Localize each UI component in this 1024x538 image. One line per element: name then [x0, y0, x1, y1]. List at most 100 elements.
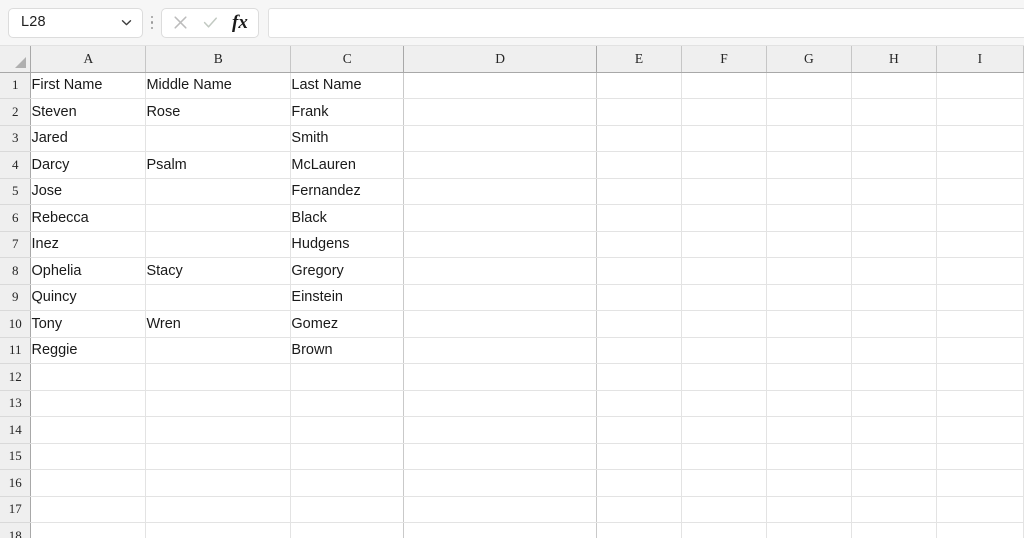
cell-D8[interactable] — [403, 257, 598, 285]
column-header-g[interactable]: G — [766, 46, 853, 73]
cell-D4[interactable] — [403, 151, 598, 179]
column-header-h[interactable]: H — [851, 46, 937, 73]
cell-H16[interactable] — [851, 469, 937, 497]
cell-D7[interactable] — [403, 231, 598, 258]
cell-H12[interactable] — [851, 363, 937, 391]
cell-C15[interactable] — [290, 443, 405, 470]
cell-I4[interactable] — [936, 151, 1024, 179]
cell-F2[interactable] — [681, 98, 768, 126]
cell-H9[interactable] — [851, 284, 937, 311]
cell-B14[interactable] — [145, 416, 292, 444]
cell-B2[interactable]: Rose — [145, 98, 292, 126]
cell-F11[interactable] — [681, 337, 768, 364]
cell-D12[interactable] — [403, 363, 598, 391]
cell-B6[interactable] — [145, 204, 292, 232]
cell-E11[interactable] — [596, 337, 683, 364]
cell-E5[interactable] — [596, 178, 683, 205]
cell-F4[interactable] — [681, 151, 768, 179]
cell-C10[interactable]: Gomez — [290, 310, 405, 338]
cell-I8[interactable] — [936, 257, 1024, 285]
cell-C13[interactable] — [290, 390, 405, 417]
cell-A6[interactable]: Rebecca — [30, 204, 147, 232]
cell-I14[interactable] — [936, 416, 1024, 444]
cell-D11[interactable] — [403, 337, 598, 364]
row-header-2[interactable]: 2 — [0, 98, 32, 126]
cell-D9[interactable] — [403, 284, 598, 311]
cell-C4[interactable]: McLauren — [290, 151, 405, 179]
cell-G6[interactable] — [766, 204, 853, 232]
cell-F14[interactable] — [681, 416, 768, 444]
cell-C11[interactable]: Brown — [290, 337, 405, 364]
cell-F13[interactable] — [681, 390, 768, 417]
cell-G10[interactable] — [766, 310, 853, 338]
row-header-14[interactable]: 14 — [0, 416, 32, 444]
row-header-5[interactable]: 5 — [0, 178, 32, 205]
cell-C5[interactable]: Fernandez — [290, 178, 405, 205]
cell-G13[interactable] — [766, 390, 853, 417]
cell-D6[interactable] — [403, 204, 598, 232]
cell-E13[interactable] — [596, 390, 683, 417]
cell-B1[interactable]: Middle Name — [145, 72, 292, 99]
cell-F5[interactable] — [681, 178, 768, 205]
cell-I5[interactable] — [936, 178, 1024, 205]
row-header-16[interactable]: 16 — [0, 469, 32, 497]
cell-G9[interactable] — [766, 284, 853, 311]
cell-G15[interactable] — [766, 443, 853, 470]
row-header-6[interactable]: 6 — [0, 204, 32, 232]
cell-F10[interactable] — [681, 310, 768, 338]
cell-A18[interactable] — [30, 522, 147, 538]
cell-A7[interactable]: Inez — [30, 231, 147, 258]
cell-E4[interactable] — [596, 151, 683, 179]
cell-H2[interactable] — [851, 98, 937, 126]
cell-A1[interactable]: First Name — [30, 72, 147, 99]
cell-B17[interactable] — [145, 496, 292, 523]
cell-F6[interactable] — [681, 204, 768, 232]
row-header-15[interactable]: 15 — [0, 443, 32, 470]
cell-B5[interactable] — [145, 178, 292, 205]
cell-B8[interactable]: Stacy — [145, 257, 292, 285]
cell-H1[interactable] — [851, 72, 937, 99]
cell-A15[interactable] — [30, 443, 147, 470]
column-header-c[interactable]: C — [290, 46, 405, 73]
cell-I9[interactable] — [936, 284, 1024, 311]
cell-I12[interactable] — [936, 363, 1024, 391]
fx-insert-function-icon[interactable]: fx — [231, 13, 249, 32]
select-all-triangle-icon[interactable] — [0, 46, 32, 73]
cell-E14[interactable] — [596, 416, 683, 444]
row-header-4[interactable]: 4 — [0, 151, 32, 179]
cell-F17[interactable] — [681, 496, 768, 523]
cell-E9[interactable] — [596, 284, 683, 311]
cell-A14[interactable] — [30, 416, 147, 444]
cell-D10[interactable] — [403, 310, 598, 338]
cell-F18[interactable] — [681, 522, 768, 538]
cell-H10[interactable] — [851, 310, 937, 338]
cell-D17[interactable] — [403, 496, 598, 523]
cell-H15[interactable] — [851, 443, 937, 470]
cell-E8[interactable] — [596, 257, 683, 285]
cell-D18[interactable] — [403, 522, 598, 538]
cell-H6[interactable] — [851, 204, 937, 232]
cell-G14[interactable] — [766, 416, 853, 444]
cell-H3[interactable] — [851, 125, 937, 152]
cell-G3[interactable] — [766, 125, 853, 152]
cell-I3[interactable] — [936, 125, 1024, 152]
cell-E3[interactable] — [596, 125, 683, 152]
cell-I6[interactable] — [936, 204, 1024, 232]
row-header-11[interactable]: 11 — [0, 337, 32, 364]
cell-F15[interactable] — [681, 443, 768, 470]
cell-D2[interactable] — [403, 98, 598, 126]
cell-C16[interactable] — [290, 469, 405, 497]
cell-G1[interactable] — [766, 72, 853, 99]
cell-B7[interactable] — [145, 231, 292, 258]
cell-H5[interactable] — [851, 178, 937, 205]
worksheet-grid[interactable]: ABCDEFGHI 1 First Name Middle Name Last Nam… — [0, 46, 1024, 538]
cell-C14[interactable] — [290, 416, 405, 444]
cell-I16[interactable] — [936, 469, 1024, 497]
cell-H13[interactable] — [851, 390, 937, 417]
cell-H14[interactable] — [851, 416, 937, 444]
cell-A11[interactable]: Reggie — [30, 337, 147, 364]
cell-B3[interactable] — [145, 125, 292, 152]
cell-G12[interactable] — [766, 363, 853, 391]
cell-I1[interactable] — [936, 72, 1024, 99]
row-header-9[interactable]: 9 — [0, 284, 32, 311]
